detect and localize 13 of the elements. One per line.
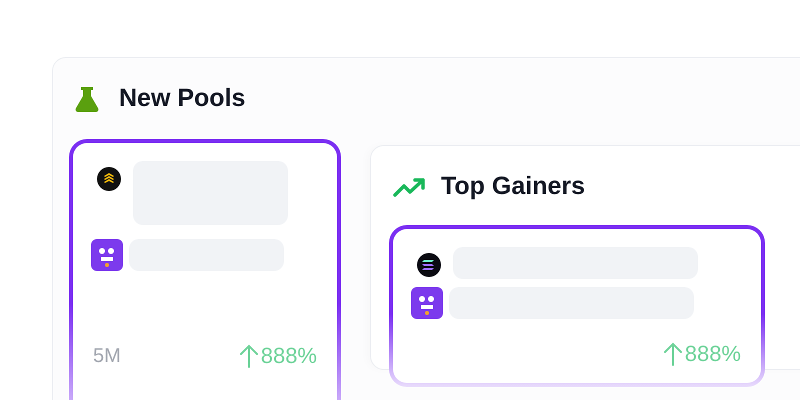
- arrow-up-icon: [238, 344, 259, 368]
- mascot-icon: [91, 239, 123, 271]
- coin-icon: [417, 253, 441, 277]
- change-percent: 888%: [260, 343, 317, 369]
- trending-up-icon: [393, 176, 427, 198]
- volume-text: 5M: [93, 344, 121, 368]
- panel-title: New Pools: [119, 84, 246, 113]
- coin-icon: [97, 167, 121, 191]
- arrow-up-icon: [662, 342, 683, 366]
- mascot-icon: [411, 287, 443, 319]
- change-percent: 888%: [684, 341, 741, 367]
- panel-title: Top Gainers: [441, 172, 586, 201]
- flask-icon: [75, 86, 99, 112]
